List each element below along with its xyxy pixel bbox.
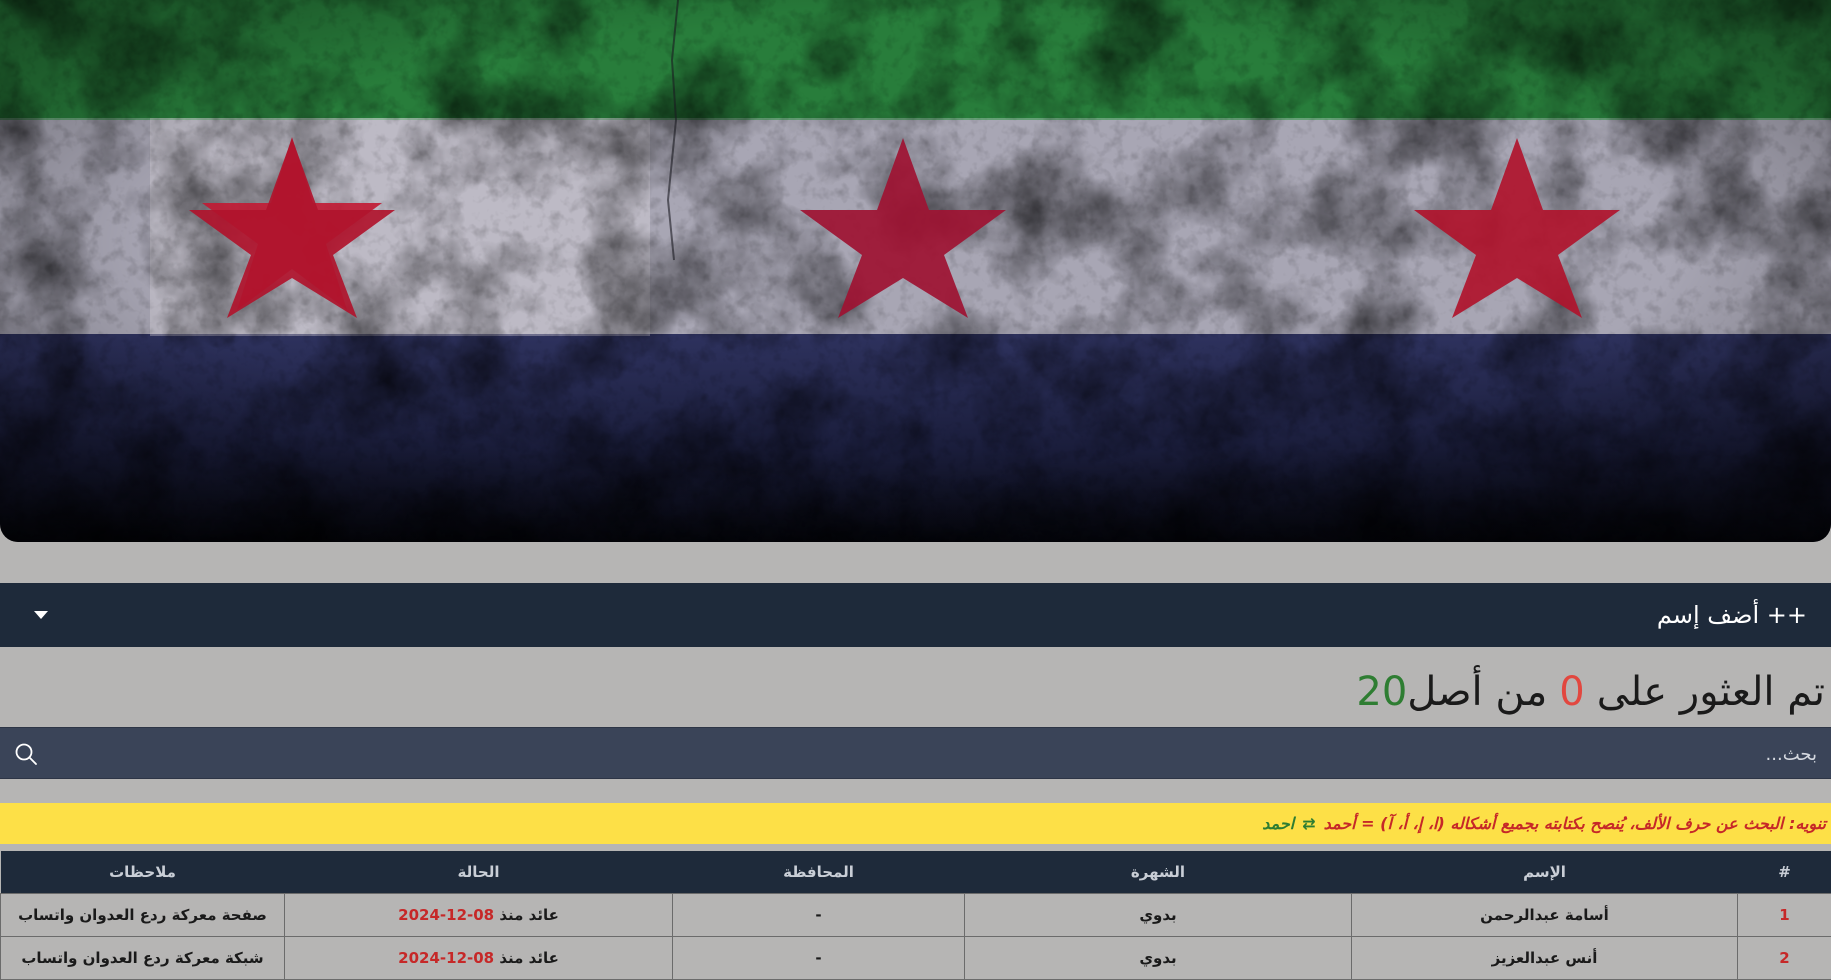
table-header-row: # الإسم الشهرة المحافظة الحالة ملاحظات xyxy=(1,851,1831,894)
status-text: عائد منذ xyxy=(499,906,558,924)
hero-flag-banner xyxy=(0,0,1831,542)
column-header-number[interactable]: # xyxy=(1738,851,1831,894)
flag-image xyxy=(0,0,1831,542)
cell-status: عائد منذ 08-12-2024 xyxy=(285,937,673,980)
results-prefix: تم العثور على xyxy=(1597,669,1825,715)
search-bar xyxy=(0,727,1831,779)
status-date: 08-12-2024 xyxy=(398,906,494,924)
caret-down-icon[interactable] xyxy=(34,611,48,619)
cell-status: عائد منذ 08-12-2024 xyxy=(285,894,673,937)
results-found-count: 0 xyxy=(1559,669,1584,715)
table-row[interactable]: 2 أنس عبدالعزيز بدوي - عائد منذ 08-12-20… xyxy=(1,937,1831,980)
search-input[interactable] xyxy=(50,728,1819,780)
cell-notes: شبكة معركة ردع العدوان واتساب xyxy=(1,937,285,980)
search-notice: تنويه: البحث عن حرف الألف، يُنصح بكتابته… xyxy=(0,803,1831,844)
cell-number: 2 xyxy=(1738,937,1831,980)
add-name-label[interactable]: ++ أضف إسم xyxy=(1657,601,1807,629)
results-middle: من أصل xyxy=(1407,669,1547,715)
notice-alt-spelling: احمد xyxy=(1262,814,1294,833)
cell-governorate: - xyxy=(673,894,965,937)
cell-name: أسامة عبدالرحمن xyxy=(1352,894,1738,937)
cell-governorate: - xyxy=(673,937,965,980)
table-row[interactable]: 1 أسامة عبدالرحمن بدوي - عائد منذ 08-12-… xyxy=(1,894,1831,937)
cell-nickname: بدوي xyxy=(965,894,1352,937)
swap-icon: ⇄ xyxy=(1302,814,1315,833)
status-date: 08-12-2024 xyxy=(398,949,494,967)
results-total-count: 20 xyxy=(1356,669,1407,715)
column-header-name[interactable]: الإسم xyxy=(1352,851,1738,894)
column-header-nickname[interactable]: الشهرة xyxy=(965,851,1352,894)
column-header-status[interactable]: الحالة xyxy=(285,851,673,894)
cell-notes: صفحة معركة ردع العدوان واتساب xyxy=(1,894,285,937)
cell-name: أنس عبدالعزيز xyxy=(1352,937,1738,980)
results-count-heading: تم العثور على 0 من أصل 20 xyxy=(1356,662,1825,722)
status-text: عائد منذ xyxy=(499,949,558,967)
names-table: # الإسم الشهرة المحافظة الحالة ملاحظات 1… xyxy=(0,851,1831,980)
cell-number: 1 xyxy=(1738,894,1831,937)
search-icon[interactable] xyxy=(14,742,38,766)
column-header-governorate[interactable]: المحافظة xyxy=(673,851,965,894)
notice-text: تنويه: البحث عن حرف الألف، يُنصح بكتابته… xyxy=(1324,814,1826,833)
column-header-notes[interactable]: ملاحظات xyxy=(1,851,285,894)
cell-nickname: بدوي xyxy=(965,937,1352,980)
add-name-bar[interactable]: ++ أضف إسم xyxy=(0,583,1831,647)
